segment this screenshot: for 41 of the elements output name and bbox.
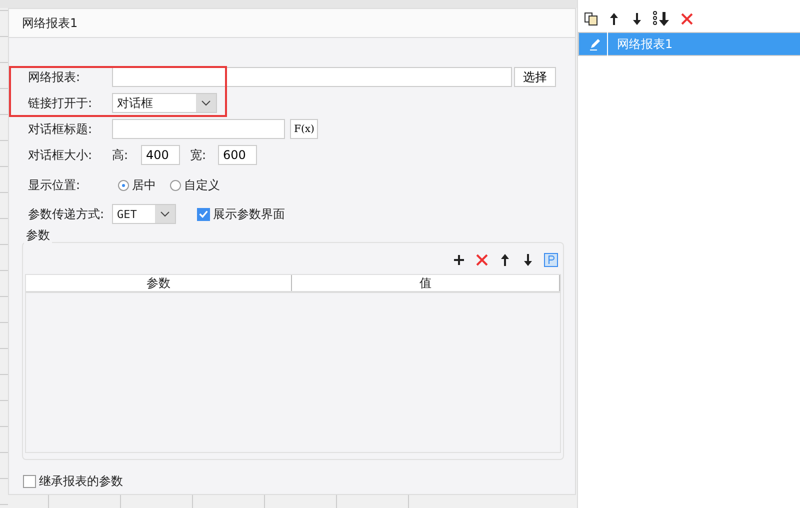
field-label: 对话框标题: — [28, 120, 94, 138]
checkbox-label: 展示参数界面 — [213, 206, 285, 222]
checkbox[interactable] — [197, 208, 210, 220]
field-label: 显示位置: — [28, 176, 82, 194]
report-field[interactable] — [112, 67, 512, 87]
dialog-title-field[interactable] — [112, 119, 285, 139]
radio-label: 自定义 — [184, 176, 220, 194]
dialog-title: 网络报表1 — [9, 9, 575, 38]
radio-button[interactable] — [118, 180, 129, 190]
radio-button[interactable] — [170, 180, 181, 190]
plus-icon[interactable] — [452, 253, 466, 267]
column-header: 参数 — [26, 275, 292, 291]
copy-icon[interactable] — [584, 12, 598, 26]
delete-icon[interactable] — [475, 253, 489, 267]
width-label: 宽: — [190, 146, 208, 164]
open-in-dropdown[interactable]: 对话框 — [112, 93, 217, 113]
formula-button[interactable]: F(x) — [290, 119, 318, 139]
checkbox-label: 继承报表的参数 — [39, 473, 123, 490]
move-bottom-icon[interactable] — [653, 11, 671, 27]
column-header: 值 — [292, 275, 560, 291]
radio-label: 居中 — [132, 176, 156, 194]
width-field[interactable]: 600 — [218, 145, 257, 165]
arrow-up-icon[interactable] — [498, 253, 512, 267]
chevron-down-icon[interactable] — [160, 211, 170, 217]
field-label: 参数传递方式: — [28, 206, 106, 222]
height-label: 高: — [112, 146, 130, 164]
pencil-icon[interactable] — [588, 37, 602, 51]
method-dropdown[interactable]: GET — [112, 204, 176, 224]
parameter-icon[interactable] — [544, 253, 558, 267]
field-label: 网络报表: — [28, 68, 82, 86]
field-label: 对话框大小: — [28, 146, 94, 164]
checkbox[interactable] — [23, 475, 36, 488]
arrow-down-icon[interactable] — [630, 12, 644, 26]
arrow-down-icon[interactable] — [521, 253, 535, 267]
field-label: 链接打开于: — [28, 94, 94, 112]
arrow-up-icon[interactable] — [607, 12, 621, 26]
height-field[interactable]: 400 — [141, 145, 180, 165]
delete-icon[interactable] — [680, 12, 694, 26]
chevron-down-icon[interactable] — [201, 100, 211, 106]
section-legend: 参数 — [24, 227, 52, 244]
choose-button[interactable]: 选择 — [514, 67, 556, 87]
